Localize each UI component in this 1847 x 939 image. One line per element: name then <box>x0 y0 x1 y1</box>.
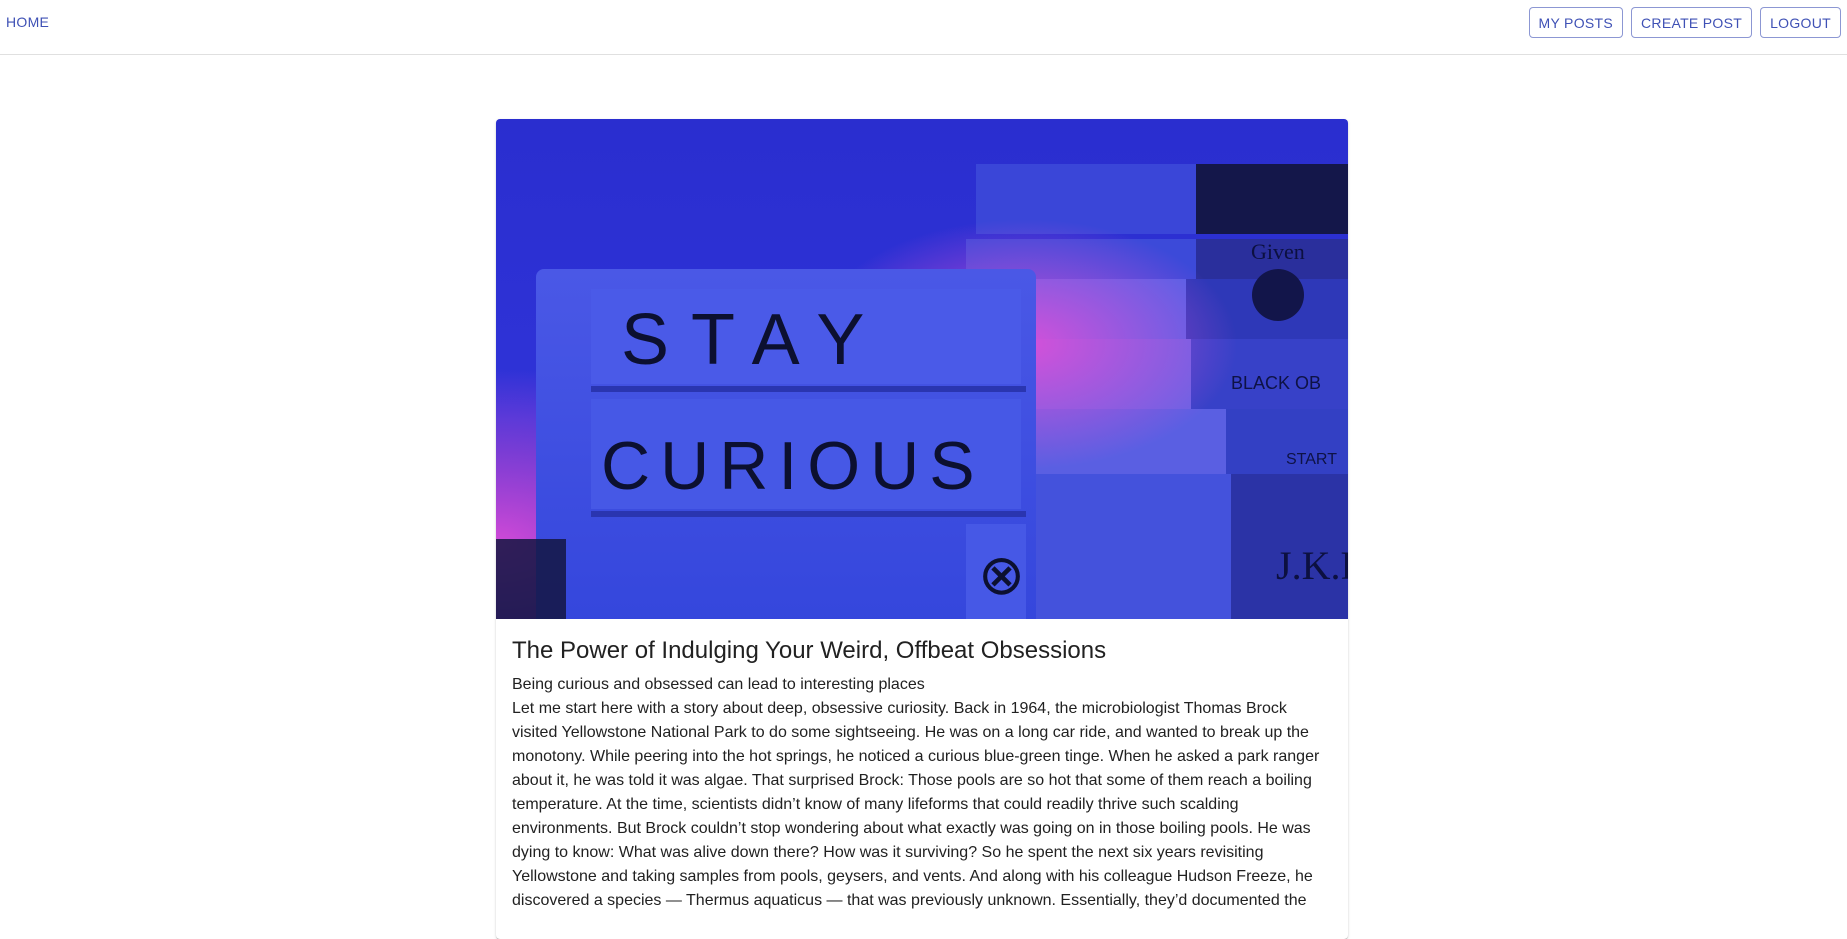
home-link[interactable]: HOME <box>6 14 49 30</box>
post-card: Given BLACK OB START J.K.R STAY CURIOUS … <box>496 119 1348 939</box>
my-posts-button[interactable]: MY POSTS <box>1528 7 1624 38</box>
book-spine-text-1: Given <box>1251 239 1305 264</box>
logout-button[interactable]: LOGOUT <box>1760 7 1841 38</box>
post-subtitle: Being curious and obsessed can lead to i… <box>512 676 925 694</box>
create-post-button[interactable]: CREATE POST <box>1631 7 1753 38</box>
lightbox-row2-text: CURIOUS <box>601 428 985 504</box>
book-spine-text-4: J.K.R <box>1276 543 1348 588</box>
post-title: The Power of Indulging Your Weird, Offbe… <box>512 637 1107 664</box>
lightbox-symbol-text: ⊗ <box>978 543 1025 608</box>
post-body: Let me start here with a story about dee… <box>512 700 1320 910</box>
post-content: The Power of Indulging Your Weird, Offbe… <box>512 635 1332 913</box>
lightbox-row1-text: STAY <box>621 300 886 380</box>
book-spine-text-2: BLACK OB <box>1231 373 1321 393</box>
lightbox: STAY CURIOUS ⊗ <box>536 269 1036 619</box>
book-spine-text-3: START <box>1286 451 1337 468</box>
app-bar: HOME MY POSTS CREATE POST LOGOUT <box>0 0 1847 55</box>
nav-actions: MY POSTS CREATE POST LOGOUT <box>1528 7 1841 38</box>
post-image: Given BLACK OB START J.K.R STAY CURIOUS … <box>496 119 1348 619</box>
